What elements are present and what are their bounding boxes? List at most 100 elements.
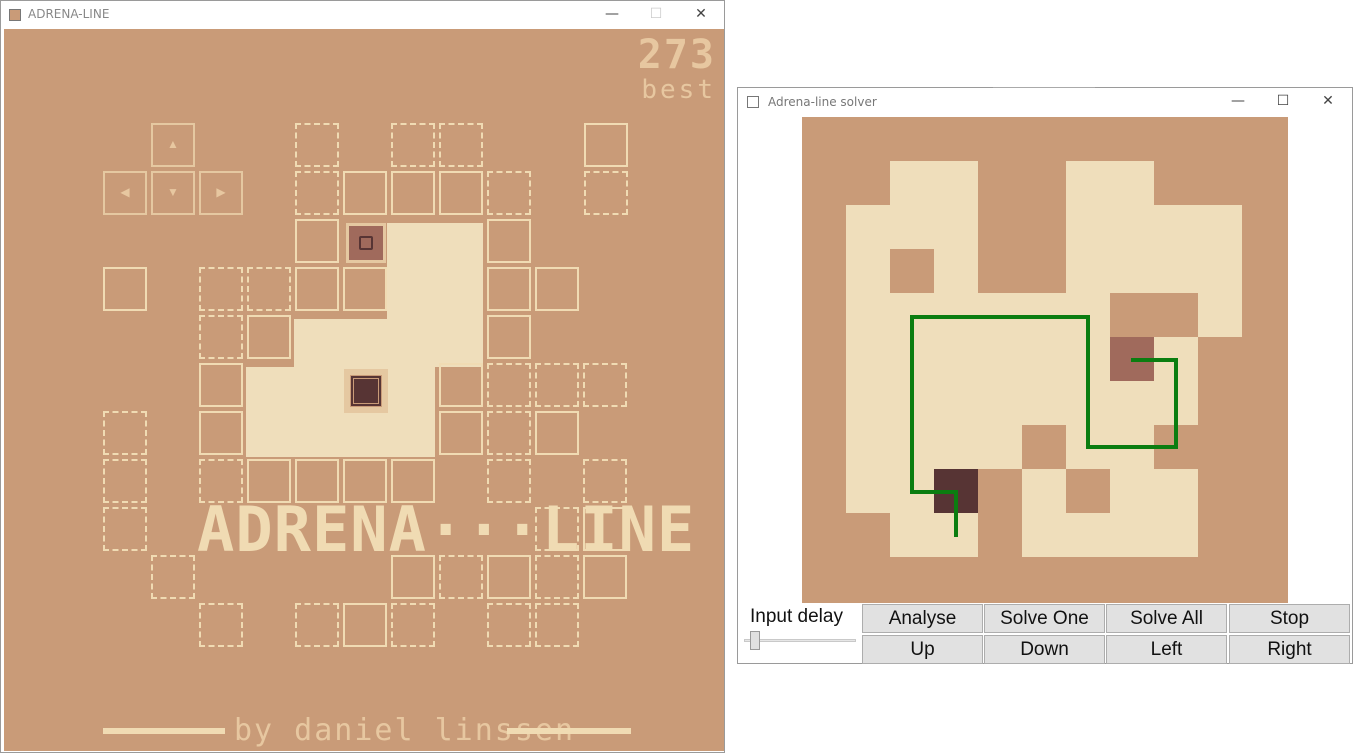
map-wall-cell — [1022, 425, 1066, 469]
credit-rule-right — [507, 728, 631, 734]
goal-tile — [344, 369, 388, 413]
solver-titlebar[interactable]: Adrena-line solver — ☐ ✕ — [738, 88, 1352, 114]
wall-tile — [439, 363, 483, 407]
crumble-tile — [391, 123, 435, 167]
solver-map[interactable] — [802, 117, 1288, 603]
map-floor-cell — [1066, 249, 1242, 293]
map-wall-cell — [1110, 293, 1198, 337]
wall-tile — [343, 267, 387, 311]
crumble-tile — [103, 459, 147, 503]
crumble-tile — [439, 123, 483, 167]
score-value: 273 — [637, 32, 716, 78]
solver-window-title: Adrena-line solver — [768, 95, 877, 109]
crumble-tile — [487, 411, 531, 455]
map-floor-cell — [846, 381, 1198, 425]
crumble-tile — [247, 267, 291, 311]
wall-tile — [487, 315, 531, 359]
credit-rule-left — [103, 728, 225, 734]
crumble-tile — [535, 363, 579, 407]
best-label: best — [641, 75, 716, 105]
minimize-button[interactable]: — — [589, 1, 635, 27]
arrow-right-icon: ▶ — [216, 185, 226, 199]
floor-tile — [387, 223, 483, 271]
wall-tile — [391, 171, 435, 215]
wall-tile — [584, 123, 628, 167]
crumble-tile — [103, 507, 147, 551]
crumble-tile — [199, 315, 243, 359]
crumble-tile — [151, 555, 195, 599]
map-floor-cell — [846, 205, 978, 249]
wall-tile — [247, 315, 291, 359]
arrow-key-right[interactable]: ▶ — [199, 171, 243, 215]
close-button[interactable]: ✕ — [678, 1, 724, 27]
map-floor-cell — [890, 513, 978, 557]
crumble-tile — [584, 171, 628, 215]
game-window: ADRENA-LINE — ☐ ✕ 273 best ▲ ◀ ▼ ▶ ADREN… — [0, 0, 725, 753]
solve-all-button[interactable]: Solve All — [1106, 604, 1227, 633]
map-floor-cell — [1066, 161, 1154, 205]
wall-tile — [295, 267, 339, 311]
right-button[interactable]: Right — [1229, 635, 1350, 664]
map-wall-cell — [890, 249, 934, 293]
map-wall-cell — [1066, 469, 1110, 513]
player-icon — [359, 236, 373, 250]
arrow-key-left[interactable]: ◀ — [103, 171, 147, 215]
wall-tile — [487, 267, 531, 311]
crumble-tile — [583, 363, 627, 407]
input-delay-label: Input delay — [750, 606, 843, 627]
solver-map-svg — [846, 161, 1242, 557]
solver-floor-layer — [846, 161, 1242, 557]
down-button[interactable]: Down — [984, 635, 1105, 664]
map-wall-cell — [978, 469, 1022, 557]
analyse-button[interactable]: Analyse — [862, 604, 983, 633]
up-button[interactable]: Up — [862, 635, 983, 664]
map-floor-cell — [1066, 205, 1242, 249]
crumble-tile — [487, 171, 531, 215]
wall-tile — [439, 411, 483, 455]
maximize-button[interactable]: ☐ — [633, 1, 679, 27]
game-canvas[interactable]: 273 best ▲ ◀ ▼ ▶ ADRENA···LINE by daniel… — [4, 29, 724, 751]
wall-tile — [199, 363, 243, 407]
solver-minimize-button[interactable]: — — [1215, 88, 1261, 114]
wall-tile — [343, 603, 387, 647]
wall-tile — [295, 219, 339, 263]
arrow-up-icon: ▲ — [167, 137, 179, 151]
left-button[interactable]: Left — [1106, 635, 1227, 664]
wall-tile — [535, 267, 579, 311]
map-floor-cell — [1022, 513, 1198, 557]
floor-tile — [246, 415, 435, 457]
crumble-tile — [199, 267, 243, 311]
game-titlebar[interactable]: ADRENA-LINE — ☐ ✕ — [1, 1, 724, 27]
game-window-title: ADRENA-LINE — [28, 7, 110, 21]
crumble-tile — [103, 411, 147, 455]
crumble-tile — [295, 123, 339, 167]
stop-button[interactable]: Stop — [1229, 604, 1350, 633]
crumble-tile — [199, 603, 243, 647]
crumble-tile — [487, 603, 531, 647]
player-tile — [346, 223, 386, 263]
wall-tile — [439, 171, 483, 215]
solver-maximize-button[interactable]: ☐ — [1260, 88, 1306, 114]
game-logo: ADRENA···LINE — [197, 493, 696, 566]
arrow-down-icon: ▼ — [167, 185, 179, 199]
crumble-tile — [535, 603, 579, 647]
arrow-key-up[interactable]: ▲ — [151, 123, 195, 167]
wall-tile — [103, 267, 147, 311]
crumble-tile — [295, 171, 339, 215]
input-delay-slider[interactable] — [744, 639, 856, 642]
wall-tile — [343, 171, 387, 215]
crumble-tile — [487, 363, 531, 407]
solve-one-button[interactable]: Solve One — [984, 604, 1105, 633]
solver-app-icon — [747, 96, 759, 108]
app-icon — [9, 9, 21, 21]
arrow-left-icon: ◀ — [120, 185, 130, 199]
input-delay-slider-thumb[interactable] — [750, 631, 760, 650]
floor-tile — [387, 271, 483, 319]
wall-tile — [487, 219, 531, 263]
crumble-tile — [391, 603, 435, 647]
floor-tile — [294, 319, 483, 367]
solver-close-button[interactable]: ✕ — [1305, 88, 1351, 114]
arrow-key-down[interactable]: ▼ — [151, 171, 195, 215]
wall-tile — [199, 411, 243, 455]
solver-window: Adrena-line solver — ☐ ✕ Input delay Ana… — [737, 87, 1353, 664]
